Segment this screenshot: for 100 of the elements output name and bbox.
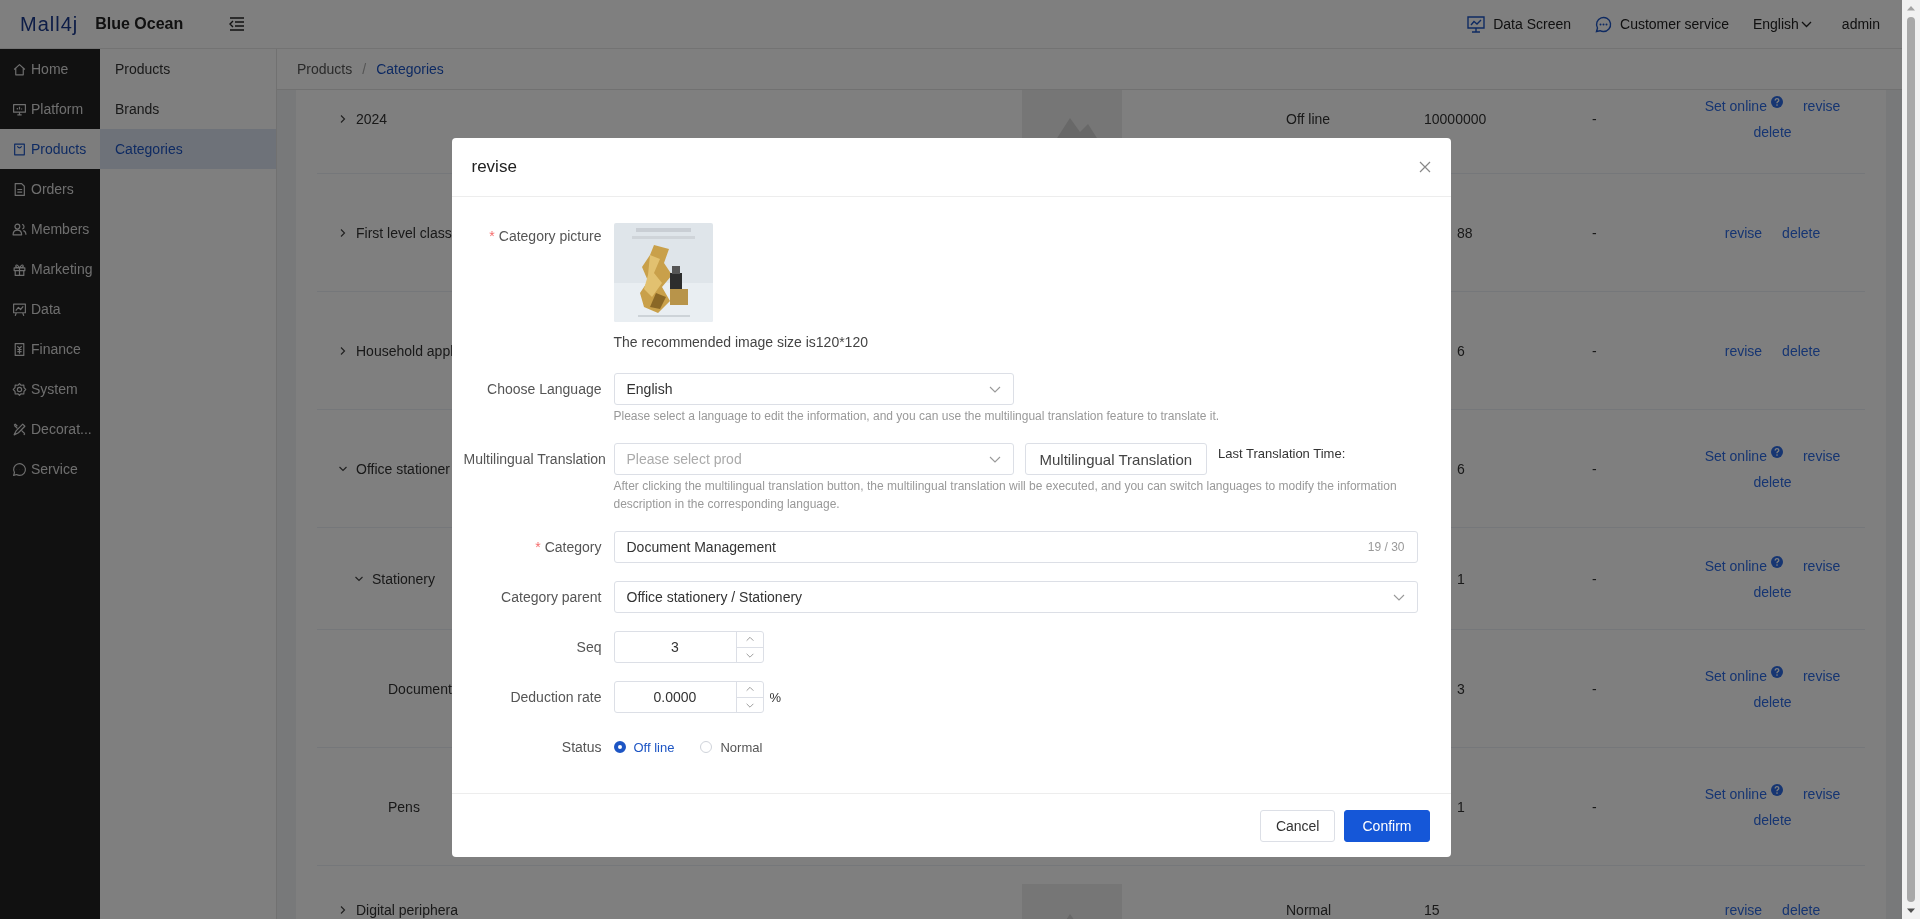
action-link[interactable]: revise bbox=[1802, 667, 1841, 684]
nav-icon bbox=[12, 221, 27, 237]
help-icon bbox=[1770, 555, 1783, 568]
radio-option[interactable]: Off line bbox=[613, 739, 675, 755]
select-field[interactable]: Please select prod bbox=[613, 443, 1014, 475]
breadcrumb-item[interactable]: Products bbox=[297, 61, 353, 77]
category-name: Household appl bbox=[356, 342, 454, 359]
chevron-down-icon bbox=[988, 455, 1001, 463]
radio-option[interactable]: Normal bbox=[700, 739, 763, 755]
action-link[interactable]: Set online bbox=[1704, 667, 1767, 684]
category-name: Document bbox=[388, 680, 452, 697]
nav-item[interactable]: System bbox=[0, 369, 100, 409]
action-link[interactable]: delete bbox=[1753, 583, 1792, 600]
required-mark: * bbox=[535, 539, 541, 555]
subnav-item[interactable]: Products bbox=[100, 49, 276, 89]
action-link[interactable]: revise bbox=[1724, 902, 1763, 918]
nav-icon bbox=[12, 301, 27, 317]
nav-icon bbox=[12, 381, 27, 397]
menu-icon[interactable] bbox=[229, 17, 246, 31]
nav-icon bbox=[12, 421, 27, 437]
action-link[interactable]: revise bbox=[1802, 447, 1841, 464]
table-cell: - bbox=[1592, 224, 1597, 241]
action-link[interactable]: delete bbox=[1782, 224, 1821, 241]
select-field[interactable]: Office stationery / Stationery bbox=[613, 581, 1418, 613]
action-link[interactable]: delete bbox=[1753, 473, 1792, 490]
language-dropdown[interactable]: English bbox=[1752, 16, 1812, 32]
header-link[interactable]: Customer service bbox=[1595, 15, 1729, 33]
field-label: Multilingual Translation bbox=[463, 451, 606, 467]
table-cell: 1 bbox=[1457, 570, 1465, 587]
field-label: Deduction rate bbox=[510, 689, 602, 705]
category-name: Digital periphera bbox=[356, 902, 458, 918]
chevron-down-icon bbox=[1392, 593, 1405, 601]
nav-icon bbox=[12, 141, 27, 157]
header-link[interactable]: Data Screen bbox=[1467, 15, 1571, 33]
scroll-up-icon[interactable] bbox=[1906, 5, 1916, 11]
translate-button[interactable]: Multilingual Translation bbox=[1024, 443, 1208, 475]
table-cell: - bbox=[1592, 342, 1597, 359]
logo: Mall4j bbox=[20, 12, 79, 36]
category-name: Office stationer bbox=[356, 460, 450, 477]
action-link[interactable]: delete bbox=[1753, 693, 1792, 710]
required-mark: * bbox=[489, 228, 495, 244]
nav-item[interactable]: Service bbox=[0, 449, 100, 489]
table-cell: Off line bbox=[1286, 111, 1331, 127]
field-label: Seq bbox=[576, 639, 602, 655]
action-link[interactable]: delete bbox=[1782, 342, 1821, 359]
confirm-button[interactable]: Confirm bbox=[1344, 809, 1430, 842]
subnav-item[interactable]: Categories bbox=[100, 129, 276, 169]
nav-icon bbox=[12, 101, 27, 117]
category-name: 2024 bbox=[356, 111, 388, 127]
field-label: Category parent bbox=[501, 589, 602, 605]
nav-item[interactable]: Members bbox=[0, 209, 100, 249]
nav-item[interactable]: Data bbox=[0, 289, 100, 329]
text-field[interactable]: Document Management 19 / 30 bbox=[613, 531, 1418, 563]
table-cell: - bbox=[1592, 460, 1597, 477]
action-link[interactable]: Set online bbox=[1704, 98, 1767, 114]
field-label: Status bbox=[561, 739, 602, 755]
action-link[interactable]: revise bbox=[1724, 224, 1763, 241]
scroll-down-icon[interactable] bbox=[1906, 908, 1916, 914]
subnav-item[interactable]: Brands bbox=[100, 89, 276, 129]
table-cell: - bbox=[1592, 570, 1597, 587]
help-icon bbox=[1770, 783, 1783, 796]
nav-item[interactable]: Decorat... bbox=[0, 409, 100, 449]
nav-icon bbox=[12, 261, 27, 277]
nav-item[interactable]: Marketing bbox=[0, 249, 100, 289]
action-link[interactable]: delete bbox=[1753, 124, 1792, 140]
action-link[interactable]: delete bbox=[1753, 811, 1792, 828]
action-link[interactable]: revise bbox=[1802, 785, 1841, 802]
unit-label: % bbox=[769, 689, 782, 705]
breadcrumb-item[interactable]: Categories bbox=[376, 61, 444, 77]
scrollbar[interactable] bbox=[1902, 0, 1920, 919]
help-icon bbox=[1770, 96, 1783, 108]
select-field[interactable]: English bbox=[613, 373, 1014, 405]
action-link[interactable]: Set online bbox=[1704, 557, 1767, 574]
table-cell: 6 bbox=[1457, 460, 1465, 477]
action-link[interactable]: revise bbox=[1802, 98, 1841, 114]
caret-icon bbox=[1800, 20, 1812, 28]
nav-item[interactable]: Orders bbox=[0, 169, 100, 209]
nav-item[interactable]: Products bbox=[0, 129, 100, 169]
action-link[interactable]: Set online bbox=[1704, 447, 1767, 464]
field-label: Category picture bbox=[498, 228, 602, 244]
action-link[interactable]: delete bbox=[1782, 902, 1821, 918]
help-icon bbox=[1770, 665, 1783, 678]
user-name[interactable]: admin bbox=[1841, 16, 1880, 32]
nav-item[interactable]: Platform bbox=[0, 89, 100, 129]
nav-icon bbox=[12, 461, 27, 477]
dialog-title: revise bbox=[471, 157, 517, 177]
action-link[interactable]: revise bbox=[1724, 342, 1763, 359]
table-cell: 1 bbox=[1457, 798, 1465, 815]
category-name: First level class bbox=[356, 224, 452, 241]
nav-icon bbox=[12, 181, 27, 197]
nav-item[interactable]: Finance bbox=[0, 329, 100, 369]
brand-name: Blue Ocean bbox=[95, 15, 184, 33]
action-link[interactable]: Set online bbox=[1704, 785, 1767, 802]
action-link[interactable]: revise bbox=[1802, 557, 1841, 574]
table-cell: 6 bbox=[1457, 342, 1465, 359]
table-cell: 15 bbox=[1424, 902, 1440, 918]
nav-item[interactable]: Home bbox=[0, 49, 100, 89]
close-icon[interactable] bbox=[1418, 161, 1431, 173]
chat-icon bbox=[1595, 15, 1612, 33]
cancel-button[interactable]: Cancel bbox=[1259, 809, 1336, 842]
